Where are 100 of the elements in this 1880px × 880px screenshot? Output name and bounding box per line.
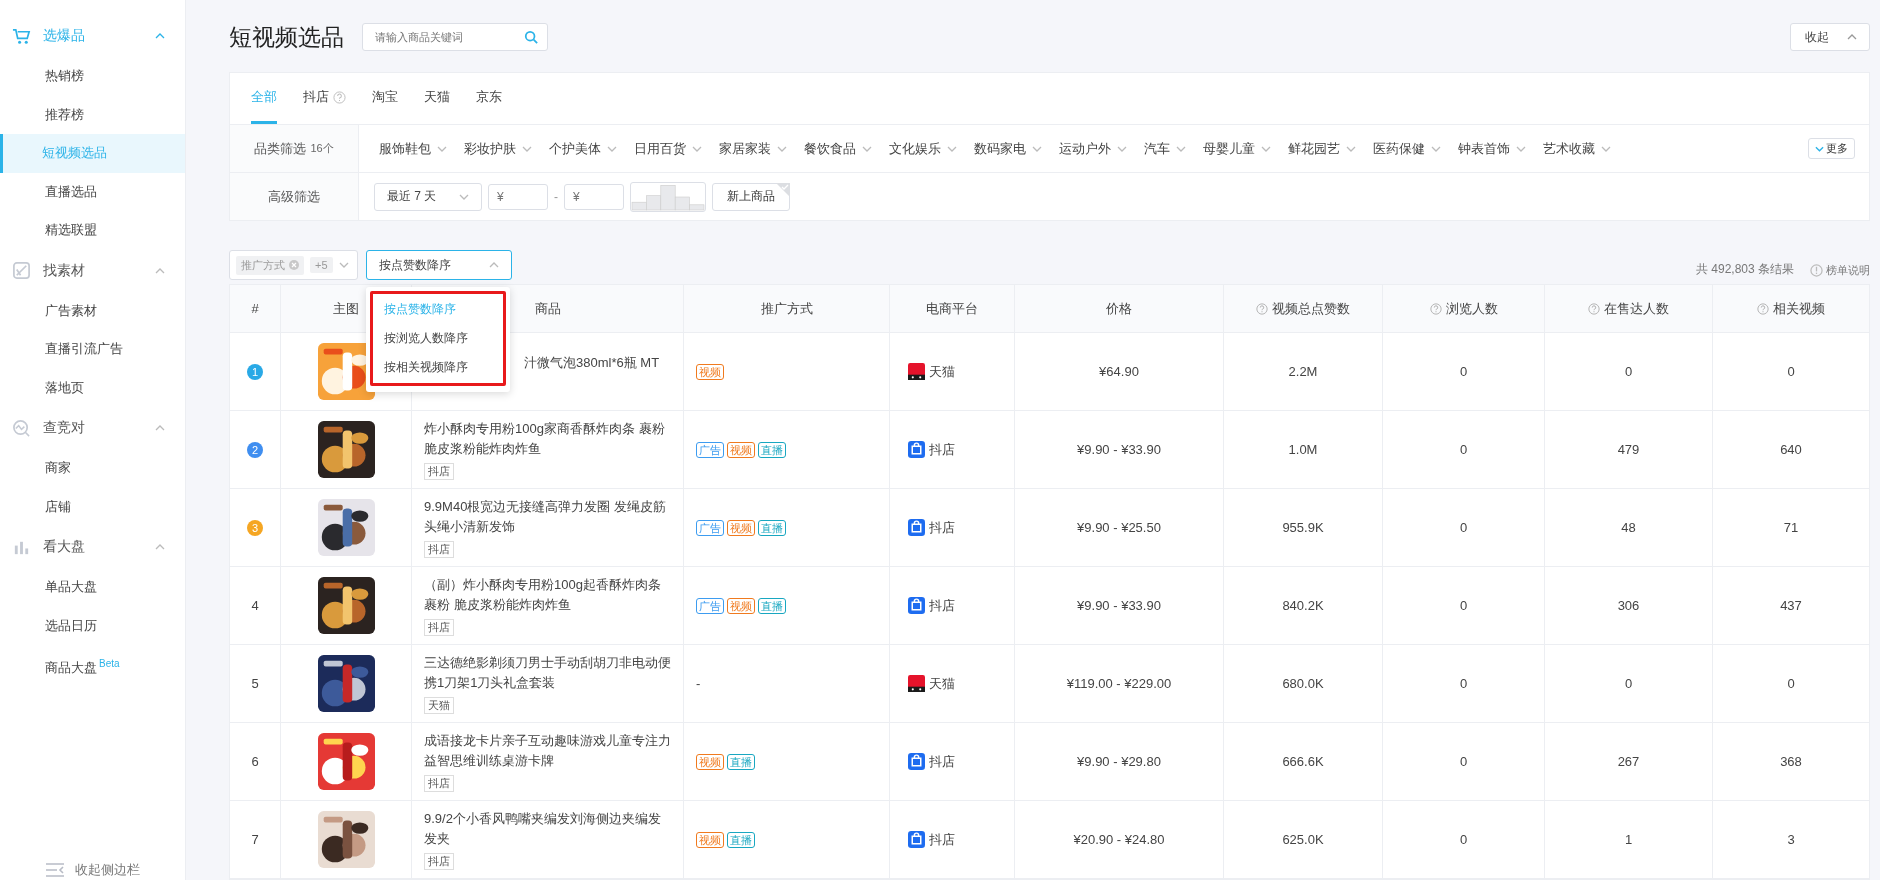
image-icon [12, 261, 31, 280]
max-price-field[interactable]: ¥ [564, 183, 624, 210]
category-dropdown[interactable]: 艺术收藏 [1543, 139, 1611, 158]
likes-cell: 1.0M [1224, 411, 1383, 488]
platform-name: 抖店 [929, 596, 955, 615]
period-select[interactable]: 最近 7 天 [374, 182, 482, 211]
product-name[interactable]: 三达德绝影剃须刀男士手动刮胡刀非电动便携1刀架1刀头礼盒套装 [424, 653, 671, 693]
product-name[interactable]: 汁微气泡380ml*6瓶 MT [524, 353, 660, 373]
new-products-button[interactable]: 新上商品 [712, 182, 790, 211]
sellers-cell: 306 [1545, 567, 1713, 644]
shop-tag: 抖店 [424, 853, 454, 870]
videos-cell: 437 [1713, 567, 1870, 644]
category-dropdown[interactable]: 日用百货 [634, 139, 702, 158]
category-dropdown[interactable]: 家居家装 [719, 139, 787, 158]
nav-item[interactable]: 直播引流广告 [0, 330, 185, 369]
nav-group[interactable]: 找素材 [0, 249, 185, 292]
category-dropdown[interactable]: 鲜花园艺 [1288, 139, 1356, 158]
more-button[interactable]: 更多 [1808, 138, 1855, 159]
help-link[interactable]: 榜单说明 [1810, 263, 1870, 280]
rank-badge: 2 [247, 441, 263, 458]
category-dropdown[interactable]: 彩妆护肤 [464, 139, 532, 158]
nav-item[interactable]: 落地页 [0, 368, 185, 407]
category-dropdown[interactable]: 母婴儿童 [1203, 139, 1271, 158]
category-dropdown[interactable]: 文化娱乐 [889, 139, 957, 158]
column-header: 相关视频 [1713, 285, 1870, 332]
chevron-icon [437, 145, 447, 152]
column-header: 推广方式 [684, 285, 890, 332]
sort-option[interactable]: 按浏览人数降序 [372, 324, 503, 353]
product-name[interactable]: （副）炸小酥肉专用粉100g起香酥炸肉条裹粉 脆皮浆粉能炸肉炸鱼 [424, 575, 671, 615]
column-header: 视频总点赞数 [1224, 285, 1383, 332]
promotion-tag: 直播 [727, 831, 755, 848]
category-dropdown[interactable]: 汽车 [1144, 139, 1186, 158]
empty-value: - [696, 676, 701, 691]
sellers-cell: 267 [1545, 723, 1713, 800]
price-cell: ¥20.90 - ¥24.80 [1015, 801, 1224, 878]
histogram-icon[interactable] [630, 181, 706, 212]
category-dropdown[interactable]: 运动户外 [1059, 139, 1127, 158]
sellers-cell: 479 [1545, 411, 1713, 488]
sort-select[interactable]: 按点赞数降序 [365, 250, 512, 280]
videos-cell: 0 [1713, 333, 1870, 410]
product-name[interactable]: 炸小酥肉专用粉100g家商香酥炸肉条 裹粉脆皮浆粉能炸肉炸鱼 [424, 419, 671, 459]
sort-option[interactable]: 按相关视频降序 [372, 353, 503, 382]
category-dropdown[interactable]: 钟表首饰 [1458, 139, 1526, 158]
min-price-field[interactable]: ¥ [488, 183, 548, 210]
nav-item[interactable]: 选品日历 [0, 606, 185, 645]
platform-tab[interactable]: 抖店 [303, 73, 346, 124]
shop-tag: 天猫 [424, 697, 454, 714]
collapse-button[interactable]: 收起 [1790, 23, 1870, 51]
promotion-tag: 视频 [727, 519, 755, 536]
promotion-tag: 直播 [758, 519, 786, 536]
chevron-icon [1346, 145, 1356, 152]
collapse-icon [45, 862, 65, 878]
product-name[interactable]: 9.9M40根宽边无接缝高弹力发圈 发绳皮筋头绳小清新发饰 [424, 497, 671, 537]
nav-group[interactable]: 查竞对 [0, 407, 185, 449]
search-field[interactable]: 请输入商品关键词 [362, 23, 548, 51]
sellers-cell: 48 [1545, 489, 1713, 566]
chevron-icon [1601, 145, 1611, 152]
videos-cell: 0 [1713, 645, 1870, 722]
magnifier-icon [12, 418, 31, 438]
chevron-icon [692, 145, 702, 152]
shop-tag: 抖店 [424, 619, 454, 636]
viewers-cell: 0 [1383, 645, 1545, 722]
nav-item[interactable]: 直播选品 [0, 172, 185, 211]
chevron-icon [862, 145, 872, 152]
help-icon [1429, 302, 1442, 315]
product-name[interactable]: 成语接龙卡片亲子互动趣味游戏儿童专注力益智思维训练桌游卡牌 [424, 731, 671, 771]
nav-item[interactable]: 店铺 [0, 487, 185, 526]
chevron-icon [155, 425, 165, 431]
category-dropdown[interactable]: 服饰鞋包 [379, 139, 447, 158]
nav-item[interactable]: 商品大盘$^{Beta}$ [0, 645, 185, 684]
nav-item[interactable]: 单品大盘 [0, 568, 185, 607]
promotion-tag: 视频 [696, 753, 724, 770]
viewers-cell: 0 [1383, 489, 1545, 566]
promotion-tag: 直播 [758, 441, 786, 458]
platform-tab[interactable]: 淘宝 [372, 73, 398, 124]
chevron-icon [155, 33, 165, 39]
promotion-tag: 直播 [758, 597, 786, 614]
column-header: # [230, 285, 281, 332]
search-icon[interactable] [524, 30, 538, 44]
promotion-tag: 广告 [696, 519, 724, 536]
nav-item[interactable]: 广告素材 [0, 291, 185, 330]
nav-item[interactable]: 推荐榜 [0, 95, 185, 134]
category-dropdown[interactable]: 个护美体 [549, 139, 617, 158]
chevron-icon [1516, 145, 1526, 152]
nav-item[interactable]: 热销榜 [0, 57, 185, 96]
price-cell: ¥64.90 [1015, 333, 1224, 410]
chevron-icon [488, 262, 499, 268]
category-dropdown[interactable]: 餐饮食品 [804, 139, 872, 158]
nav-item[interactable]: 精选联盟 [0, 211, 185, 250]
nav-group[interactable]: 看大盘 [0, 526, 185, 568]
collapse-sidebar-button[interactable]: 收起侧边栏 [45, 858, 140, 880]
category-dropdown[interactable]: 数码家电 [974, 139, 1042, 158]
category-dropdown[interactable]: 医药保健 [1373, 139, 1441, 158]
nav-item[interactable]: 商家 [0, 449, 185, 488]
product-name[interactable]: 9.9/2个小香风鸭嘴夹编发刘海侧边夹编发发夹 [424, 809, 671, 849]
platform-tab[interactable]: 天猫 [424, 73, 450, 124]
platform-tab[interactable]: 京东 [476, 73, 502, 124]
viewers-cell: 0 [1383, 411, 1545, 488]
close-icon[interactable] [289, 260, 299, 270]
column-header: 电商平台 [890, 285, 1015, 332]
